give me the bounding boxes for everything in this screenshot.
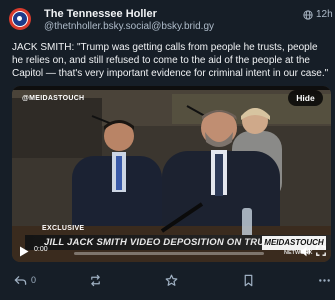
- video-progress-bar[interactable]: [74, 252, 264, 255]
- reply-count: 0: [31, 275, 37, 285]
- avatar[interactable]: [9, 8, 31, 30]
- author-display-name[interactable]: The Tennessee Holler: [44, 8, 157, 20]
- author-handle[interactable]: @thetnholler.bsky.social@bsky.brid.gy: [44, 21, 214, 32]
- chyron-tag: EXCLUSIVE: [42, 225, 85, 232]
- play-icon[interactable]: [19, 246, 29, 257]
- volume-icon[interactable]: [300, 246, 311, 257]
- status-post: The Tennessee Holler @thetnholler.bsky.s…: [0, 0, 335, 300]
- boost-icon: [91, 274, 100, 286]
- boost-button[interactable]: [89, 273, 102, 287]
- reply-button[interactable]: 0: [14, 273, 36, 287]
- fullscreen-icon[interactable]: [316, 246, 326, 256]
- video-controls: 0:00: [12, 242, 331, 262]
- reply-icon: [14, 275, 27, 285]
- video-current-time: 0:00: [34, 246, 48, 253]
- post-actions: 0: [0, 270, 335, 290]
- star-icon: [165, 274, 178, 286]
- favourite-button[interactable]: [165, 273, 178, 287]
- video-watermark: @MEIDASTOUCH: [22, 95, 85, 102]
- more-icon: [319, 278, 330, 282]
- globe-icon: [303, 10, 313, 20]
- post-timestamp[interactable]: 12h: [316, 9, 333, 20]
- post-content: JACK SMITH: "Trump was getting calls fro…: [12, 42, 329, 79]
- tennessee-flag-icon: [12, 11, 28, 27]
- bookmark-button[interactable]: [242, 273, 255, 287]
- more-button[interactable]: [318, 273, 331, 287]
- hide-media-button[interactable]: Hide: [288, 90, 323, 106]
- bookmark-icon: [244, 274, 253, 286]
- video-player[interactable]: @MEIDASTOUCH Hide EXCLUSIVE JILL JACK SM…: [12, 86, 331, 262]
